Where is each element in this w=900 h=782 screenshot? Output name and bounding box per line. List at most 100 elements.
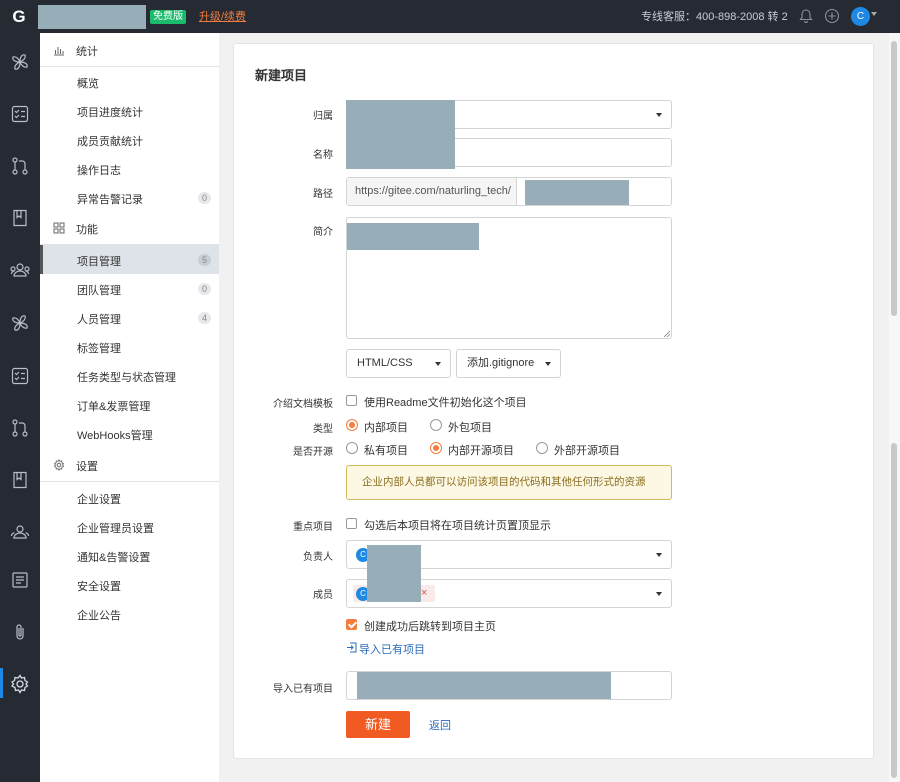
pull-request-icon[interactable] <box>0 412 40 442</box>
count-badge: 0 <box>198 283 211 295</box>
sidebar-item-operation-log[interactable]: 操作日志 <box>40 154 219 183</box>
sidebar-item-webhooks[interactable]: WebHooks管理 <box>40 419 219 448</box>
scrollbar-thumb[interactable] <box>891 443 897 778</box>
private-project-label: 私有项目 <box>364 445 408 457</box>
sidebar-item-announcements[interactable]: 企业公告 <box>40 599 219 628</box>
type-internal-radio[interactable] <box>346 419 358 431</box>
gitignore-select[interactable]: 添加.gitignore <box>456 349 561 378</box>
resize-handle-icon[interactable] <box>664 331 670 337</box>
sidebar-item-label: 企业管理员设置 <box>77 523 154 535</box>
members-label: 成员 <box>313 590 333 601</box>
import-existing-link[interactable]: 导入已有项目 <box>359 641 425 657</box>
task-list-icon[interactable] <box>0 360 40 390</box>
fan-icon[interactable] <box>0 46 40 76</box>
section-features: 功能 <box>40 212 219 245</box>
private-project-radio[interactable] <box>346 442 358 454</box>
task-list-icon[interactable] <box>0 98 40 128</box>
fan-icon[interactable] <box>0 307 40 337</box>
gear-icon <box>53 459 65 471</box>
back-link[interactable]: 返回 <box>429 717 451 733</box>
sidebar-item-label: 订单&发票管理 <box>77 401 151 413</box>
sidebar-item-member-management[interactable]: 人员管理 4 <box>40 303 219 332</box>
grid-icon <box>53 222 65 234</box>
sidebar-item-label: 团队管理 <box>77 285 121 297</box>
leader-label: 负责人 <box>303 552 333 563</box>
gitee-logo[interactable]: G <box>9 7 29 27</box>
key-project-checkbox[interactable] <box>346 518 357 529</box>
chevron-down-icon[interactable] <box>871 12 877 16</box>
sidebar-item-label: 项目管理 <box>77 256 121 268</box>
new-project-form: 新建项目 归属 名称 路径 https://gitee.com/naturlin… <box>233 43 874 759</box>
hotline-text: 专线客服：400-898-2008 转 2 <box>641 11 788 23</box>
internal-open-source-radio[interactable] <box>430 442 442 454</box>
path-field[interactable]: https://gitee.com/naturling_tech/ <box>346 177 672 206</box>
section-title: 统计 <box>76 46 98 58</box>
remove-member-icon[interactable]: × <box>421 585 427 602</box>
enterprise-name-redacted[interactable] <box>38 5 146 29</box>
sidebar-item-overview[interactable]: 概览 <box>40 67 219 96</box>
count-badge: 4 <box>198 312 211 324</box>
sidebar-item-label: 概览 <box>77 78 99 90</box>
create-button[interactable]: 新建 <box>346 711 410 738</box>
language-select-label: HTML/CSS <box>357 357 413 369</box>
intro-textarea[interactable] <box>346 217 672 339</box>
key-project-option-label: 勾选后本项目将在项目统计页置顶显示 <box>364 520 551 532</box>
sidebar-item-label: 企业设置 <box>77 494 121 506</box>
redirect-option-label: 创建成功后跳转到项目主页 <box>364 621 496 633</box>
chevron-down-icon <box>656 592 662 596</box>
chevron-down-icon <box>545 362 551 366</box>
sidebar-item-task-types[interactable]: 任务类型与状态管理 <box>40 361 219 390</box>
sidebar-item-notification-settings[interactable]: 通知&告警设置 <box>40 541 219 570</box>
readme-option-label: 使用Readme文件初始化这个项目 <box>364 397 527 409</box>
count-badge: 0 <box>198 192 211 204</box>
external-open-source-radio[interactable] <box>536 442 548 454</box>
book-icon[interactable] <box>0 464 40 494</box>
gitignore-select-label: 添加.gitignore <box>467 357 535 369</box>
book-icon[interactable] <box>0 202 40 232</box>
sidebar-item-alert-records[interactable]: 异常告警记录 0 <box>40 183 219 212</box>
left-icon-bar <box>0 33 40 782</box>
type-label: 类型 <box>313 424 333 435</box>
bell-icon[interactable] <box>798 8 814 24</box>
pull-request-icon[interactable] <box>0 150 40 180</box>
team-icon[interactable] <box>0 516 40 546</box>
external-open-source-label: 外部开源项目 <box>554 445 620 457</box>
upgrade-link[interactable]: 升级/续费 <box>199 10 246 24</box>
redacted-block <box>525 180 629 205</box>
scrollbar[interactable] <box>889 33 900 782</box>
user-avatar[interactable]: C <box>851 7 870 26</box>
redirect-checkbox[interactable] <box>346 619 357 630</box>
section-settings: 设置 <box>40 449 219 482</box>
language-select[interactable]: HTML/CSS <box>346 349 451 378</box>
import-url-input[interactable] <box>346 671 672 700</box>
sidebar-item-label: 操作日志 <box>77 165 121 177</box>
section-title: 设置 <box>76 461 98 473</box>
sidebar-item-project-management[interactable]: 项目管理 5 <box>40 245 219 274</box>
team-icon[interactable] <box>0 254 40 284</box>
paperclip-icon[interactable] <box>0 616 40 646</box>
sidebar-item-label: 安全设置 <box>77 581 121 593</box>
sidebar-item-enterprise-settings[interactable]: 企业设置 <box>40 483 219 512</box>
sidebar-item-admin-settings[interactable]: 企业管理员设置 <box>40 512 219 541</box>
sidebar-item-label: 任务类型与状态管理 <box>77 372 176 384</box>
path-label: 路径 <box>313 189 333 200</box>
chevron-down-icon <box>656 113 662 117</box>
chevron-down-icon <box>435 362 441 366</box>
sidebar-item-label: 企业公告 <box>77 610 121 622</box>
readme-checkbox[interactable] <box>346 395 357 406</box>
sidebar-item-orders-invoices[interactable]: 订单&发票管理 <box>40 390 219 419</box>
sidebar-item-security-settings[interactable]: 安全设置 <box>40 570 219 599</box>
access-notice: 企业内部人员都可以访问该项目的代码和其他任何形式的资源 <box>346 465 672 500</box>
document-icon[interactable] <box>0 564 40 594</box>
sidebar-item-contribution-stats[interactable]: 成员贡献统计 <box>40 125 219 154</box>
gear-icon[interactable] <box>0 668 40 698</box>
plus-circle-icon[interactable] <box>824 8 840 24</box>
import-existing-label: 导入已有项目 <box>273 684 333 695</box>
sidebar-item-team-management[interactable]: 团队管理 0 <box>40 274 219 303</box>
type-outsourced-radio[interactable] <box>430 419 442 431</box>
sidebar-item-label-management[interactable]: 标签管理 <box>40 332 219 361</box>
scrollbar-thumb[interactable] <box>891 41 897 316</box>
import-icon[interactable] <box>346 642 357 653</box>
sidebar-item-progress-stats[interactable]: 项目进度统计 <box>40 96 219 125</box>
sidebar-item-label: WebHooks管理 <box>77 430 153 442</box>
